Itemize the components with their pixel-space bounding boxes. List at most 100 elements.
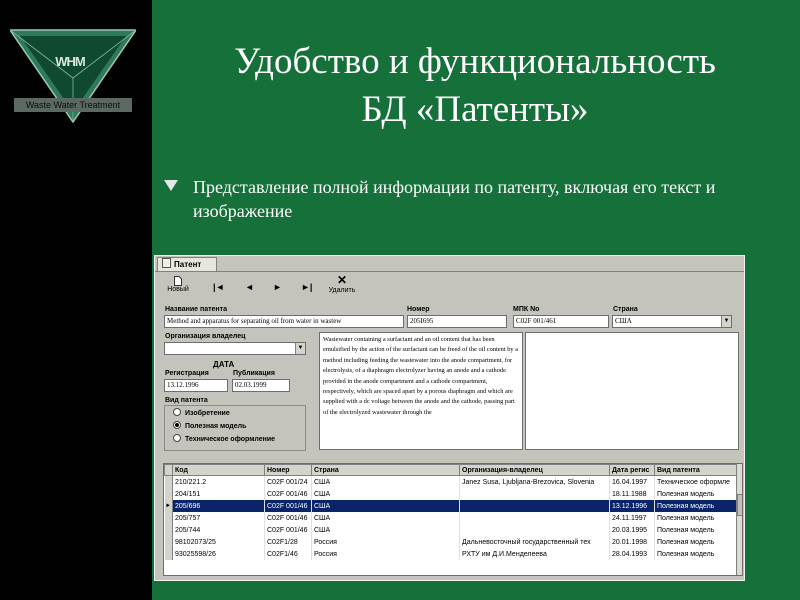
new-button-label: Новый (167, 286, 189, 293)
country-label: Страна (613, 306, 638, 313)
cell-code[interactable]: 98102073/25 (172, 536, 265, 548)
cell-country[interactable]: США (311, 500, 460, 512)
column-header-owner[interactable]: Организация-владелец (459, 464, 610, 476)
title-label: Название патента (165, 306, 227, 313)
cell-country[interactable]: Россия (311, 548, 460, 560)
table-row[interactable]: 98102073/25 C02F1/28 Россия Дальневосточный… (164, 536, 737, 548)
owner-label: Организация владелец (165, 333, 246, 340)
table-row[interactable]: 93025598/26 C02F1/46 Россия РХТУ им Д.И.Мен… (164, 548, 737, 560)
number-label: Номер (407, 306, 430, 313)
cell-reg-date[interactable]: 16.04.1997 (609, 475, 655, 488)
column-header-reg-date[interactable]: Дата регис (609, 464, 655, 476)
first-record-button[interactable]: |◄ (213, 282, 224, 292)
column-header-number[interactable]: Номер (264, 464, 312, 476)
cell-number[interactable]: C02F1/28 (264, 536, 312, 548)
date-group-label: ДАТА (213, 360, 235, 369)
ipc-label: МПК No (513, 306, 540, 313)
patents-grid: Код Номер Страна Организация-владелец Дата р… (163, 463, 743, 576)
number-field[interactable]: 205I695 (407, 315, 507, 328)
cell-code[interactable]: 205/744 (172, 524, 265, 536)
logo-text: WHM (55, 54, 86, 69)
cell-type[interactable]: Полезная модель (654, 536, 737, 548)
cell-code[interactable]: 205/696 (172, 500, 265, 512)
publication-date-field[interactable]: 02.03.1999 (232, 379, 290, 392)
abstract-text-area[interactable]: Wastewater containing a surfactant and a… (319, 332, 523, 450)
country-select-value: США (615, 317, 632, 325)
type-option-invention[interactable]: Изобретение (173, 408, 230, 419)
table-row[interactable]: 205/744 C02F 001/46 США 20.03.1995 Полезная … (164, 524, 737, 536)
cell-country[interactable]: США (311, 524, 460, 536)
cell-number[interactable]: C02F 001/46 (264, 524, 312, 536)
column-header-code[interactable]: Код (172, 464, 265, 476)
new-button[interactable]: Новый (165, 276, 191, 293)
cell-country[interactable]: США (311, 475, 460, 488)
new-document-icon (174, 276, 182, 286)
patents-table: Код Номер Страна Организация-владелец Дата р… (164, 464, 737, 560)
cell-country[interactable]: США (311, 512, 460, 524)
table-row[interactable]: 210/221.2 C02F 001/24 США Janez Susa, Ljubl… (164, 475, 737, 488)
cell-country[interactable]: США (311, 488, 460, 500)
cell-number[interactable]: C02F 001/46 (264, 500, 312, 512)
ipc-field[interactable]: C02F 001/461 (513, 315, 609, 328)
cell-number[interactable]: C02F 001/46 (264, 512, 312, 524)
cell-reg-date[interactable]: 13.12.1996 (609, 500, 655, 512)
country-select[interactable]: США ▼ (612, 315, 732, 328)
prev-record-button[interactable]: ◄ (245, 282, 254, 292)
delete-button-label: Удалить (328, 287, 356, 294)
cell-type[interactable]: Полезная модель (654, 512, 737, 524)
cell-reg-date[interactable]: 20.01.1998 (609, 536, 655, 548)
scrollbar-thumb[interactable] (737, 494, 742, 516)
cell-owner[interactable]: Дальневосточный государственный тех (459, 536, 610, 548)
owner-select[interactable]: ▼ (164, 342, 306, 355)
registration-date-field[interactable]: 13.12.1996 (164, 379, 228, 392)
row-indicator (164, 536, 173, 548)
row-indicator (164, 488, 173, 500)
cell-reg-date[interactable]: 24.11.1997 (609, 512, 655, 524)
next-record-button[interactable]: ► (273, 282, 282, 292)
chevron-down-icon[interactable]: ▼ (295, 343, 305, 354)
cell-reg-date[interactable]: 18.11.1988 (609, 488, 655, 500)
cell-type[interactable]: Полезная модель (654, 488, 737, 500)
cell-type[interactable]: Техническое оформле (654, 475, 737, 488)
cell-code[interactable]: 204/151 (172, 488, 265, 500)
table-row[interactable]: 205/757 C02F 001/46 США 24.11.1997 Полезная … (164, 512, 737, 524)
cell-reg-date[interactable]: 28.04.1993 (609, 548, 655, 560)
cell-type[interactable]: Полезная модель (654, 548, 737, 560)
delete-button[interactable]: ✕ Удалить (325, 273, 359, 295)
cell-number[interactable]: C02F 001/24 (264, 475, 312, 488)
cell-owner[interactable] (459, 512, 610, 524)
cell-owner[interactable] (459, 500, 610, 512)
row-indicator (164, 512, 173, 524)
cell-owner[interactable] (459, 524, 610, 536)
chevron-down-icon[interactable]: ▼ (721, 316, 731, 327)
type-option-design[interactable]: Техническое оформление (173, 434, 275, 445)
cell-number[interactable]: C02F 001/46 (264, 488, 312, 500)
bullet-triangle-icon (164, 180, 178, 191)
patent-image-pane[interactable] (525, 332, 739, 450)
table-row[interactable]: ► 205/696 C02F 001/46 США 13.12.1996 Полезная… (164, 500, 737, 512)
cell-number[interactable]: C02F1/46 (264, 548, 312, 560)
title-field[interactable]: Method and apparatus for separating oil … (164, 315, 404, 328)
cell-reg-date[interactable]: 20.03.1995 (609, 524, 655, 536)
type-option-utility-model[interactable]: Полезная модель (173, 421, 246, 432)
last-record-button[interactable]: ►| (301, 282, 312, 292)
table-row[interactable]: 204/151 C02F 001/46 США 18.11.1988 Полезная … (164, 488, 737, 500)
cell-type[interactable]: Полезная модель (654, 500, 737, 512)
row-indicator (164, 548, 173, 560)
grid-vertical-scrollbar[interactable] (736, 464, 742, 575)
cell-owner[interactable]: Janez Susa, Ljubljana-Brezovica, Sloveni… (459, 475, 610, 488)
delete-icon: ✕ (336, 273, 348, 287)
tab-patent[interactable]: Патент (157, 257, 217, 271)
cell-country[interactable]: Россия (311, 536, 460, 548)
column-header-type[interactable]: Вид патента (654, 464, 737, 476)
patent-app-window: Патент Новый |◄ ◄ ► ►| ✕ Удалить Названи… (154, 255, 745, 581)
column-header-country[interactable]: Страна (311, 464, 460, 476)
slide-title: Удобство и функциональность БД «Патенты» (160, 38, 790, 134)
cell-owner[interactable] (459, 488, 610, 500)
cell-code[interactable]: 210/221.2 (172, 475, 265, 488)
cell-code[interactable]: 93025598/26 (172, 548, 265, 560)
registration-label: Регистрация (165, 370, 209, 377)
cell-type[interactable]: Полезная модель (654, 524, 737, 536)
cell-code[interactable]: 205/757 (172, 512, 265, 524)
cell-owner[interactable]: РХТУ им Д.И.Менделеева (459, 548, 610, 560)
